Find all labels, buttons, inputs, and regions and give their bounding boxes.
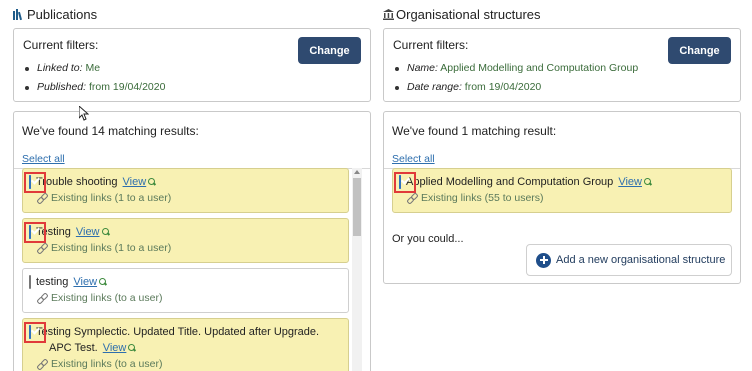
magnifier-icon [101,228,110,236]
org-heading: Organisational structures [383,0,741,28]
scroll-thumb[interactable] [353,178,361,236]
result-item[interactable]: Testing View Existing links (1 to a user… [22,218,349,263]
result-item[interactable]: Trouble shooting View Existing links (1 … [22,168,349,213]
link-icon [407,193,417,203]
filters-list: Linked to: Me Published: from 19/04/2020 [25,59,361,97]
filter-key: Published: [37,81,87,93]
publications-column: Publications Current filters: Linked to:… [13,0,371,371]
add-org-structure-button[interactable]: Add a new organisational structure [526,244,732,276]
view-link[interactable]: View [123,176,147,188]
filter-value: Me [85,62,101,74]
annotation-box [24,322,46,343]
view-link[interactable]: View [76,226,100,238]
mouse-cursor-icon [79,106,89,121]
publications-heading: Publications [13,0,371,28]
publications-results-panel: We've found 14 matching results: Select … [13,111,371,371]
result-title: Trouble shooting [36,176,118,188]
results-count-text: We've found 14 matching results: [22,124,199,138]
annotation-box [24,172,46,193]
filter-key: Linked to: [37,62,83,74]
filter-value: from 19/04/2020 [464,81,542,93]
link-icon [37,243,47,253]
results-count-text: We've found 1 matching result: [392,124,557,138]
select-all-link[interactable]: Select all [22,153,65,165]
result-item[interactable]: testing View Existing links (to a user) [22,268,349,313]
result-item[interactable]: Applied Modelling and Computation Group … [392,168,732,213]
result-title-cont: APC Test. [49,342,98,354]
filter-published: Published: from 19/04/2020 [25,78,361,97]
scroll-up-arrow-icon[interactable] [354,170,360,174]
link-icon [37,293,47,303]
publications-icon [13,8,24,20]
building-icon [383,8,394,20]
org-title: Organisational structures [396,6,541,22]
add-button-label: Add a new organisational structure [556,254,726,266]
filters-list: Name: Applied Modelling and Computation … [395,59,731,97]
results-scrollbar[interactable] [352,168,362,371]
annotation-box [24,222,46,243]
magnifier-icon [128,344,136,352]
result-title: Testing Symplectic. Updated Title. Updat… [36,326,320,338]
select-all-link[interactable]: Select all [392,153,435,165]
magnifier-icon [643,178,652,186]
link-icon [37,359,47,369]
existing-links-text[interactable]: Existing links (1 to a user) [51,242,171,254]
view-link[interactable]: View [103,342,127,354]
filter-key: Date range: [407,81,462,93]
view-link[interactable]: View [73,276,97,288]
org-filters-panel: Current filters: Name: Applied Modelling… [383,28,741,102]
link-icon [37,193,47,203]
plus-circle-icon [536,252,551,268]
view-link[interactable]: View [618,176,642,188]
filter-value: from 19/04/2020 [88,81,166,93]
result-title: testing [36,276,69,288]
org-change-button[interactable]: Change [668,37,731,64]
existing-links-text[interactable]: Existing links (55 to users) [421,192,544,204]
existing-links-text[interactable]: Existing links (to a user) [51,292,162,304]
publications-title: Publications [27,6,98,22]
org-column: Organisational structures Current filter… [383,0,741,284]
annotation-box [394,172,416,193]
magnifier-icon [148,178,156,186]
publications-filters-panel: Current filters: Linked to: Me Published… [13,28,371,102]
result-item[interactable]: Testing Symplectic. Updated Title. Updat… [22,318,349,371]
filter-date-range: Date range: from 19/04/2020 [395,78,731,97]
filter-key: Name: [407,62,438,74]
org-results-panel: We've found 1 matching result: Select al… [383,111,741,284]
publications-change-button[interactable]: Change [298,37,361,64]
result-checkbox[interactable] [29,275,31,289]
existing-links-text[interactable]: Existing links (to a user) [51,358,162,370]
or-you-could-text: Or you could... [392,233,464,245]
result-title: Applied Modelling and Computation Group [406,176,614,188]
existing-links-text[interactable]: Existing links (1 to a user) [51,192,171,204]
filter-value: Applied Modelling and Computation Group [440,62,639,74]
magnifier-icon [99,278,107,286]
